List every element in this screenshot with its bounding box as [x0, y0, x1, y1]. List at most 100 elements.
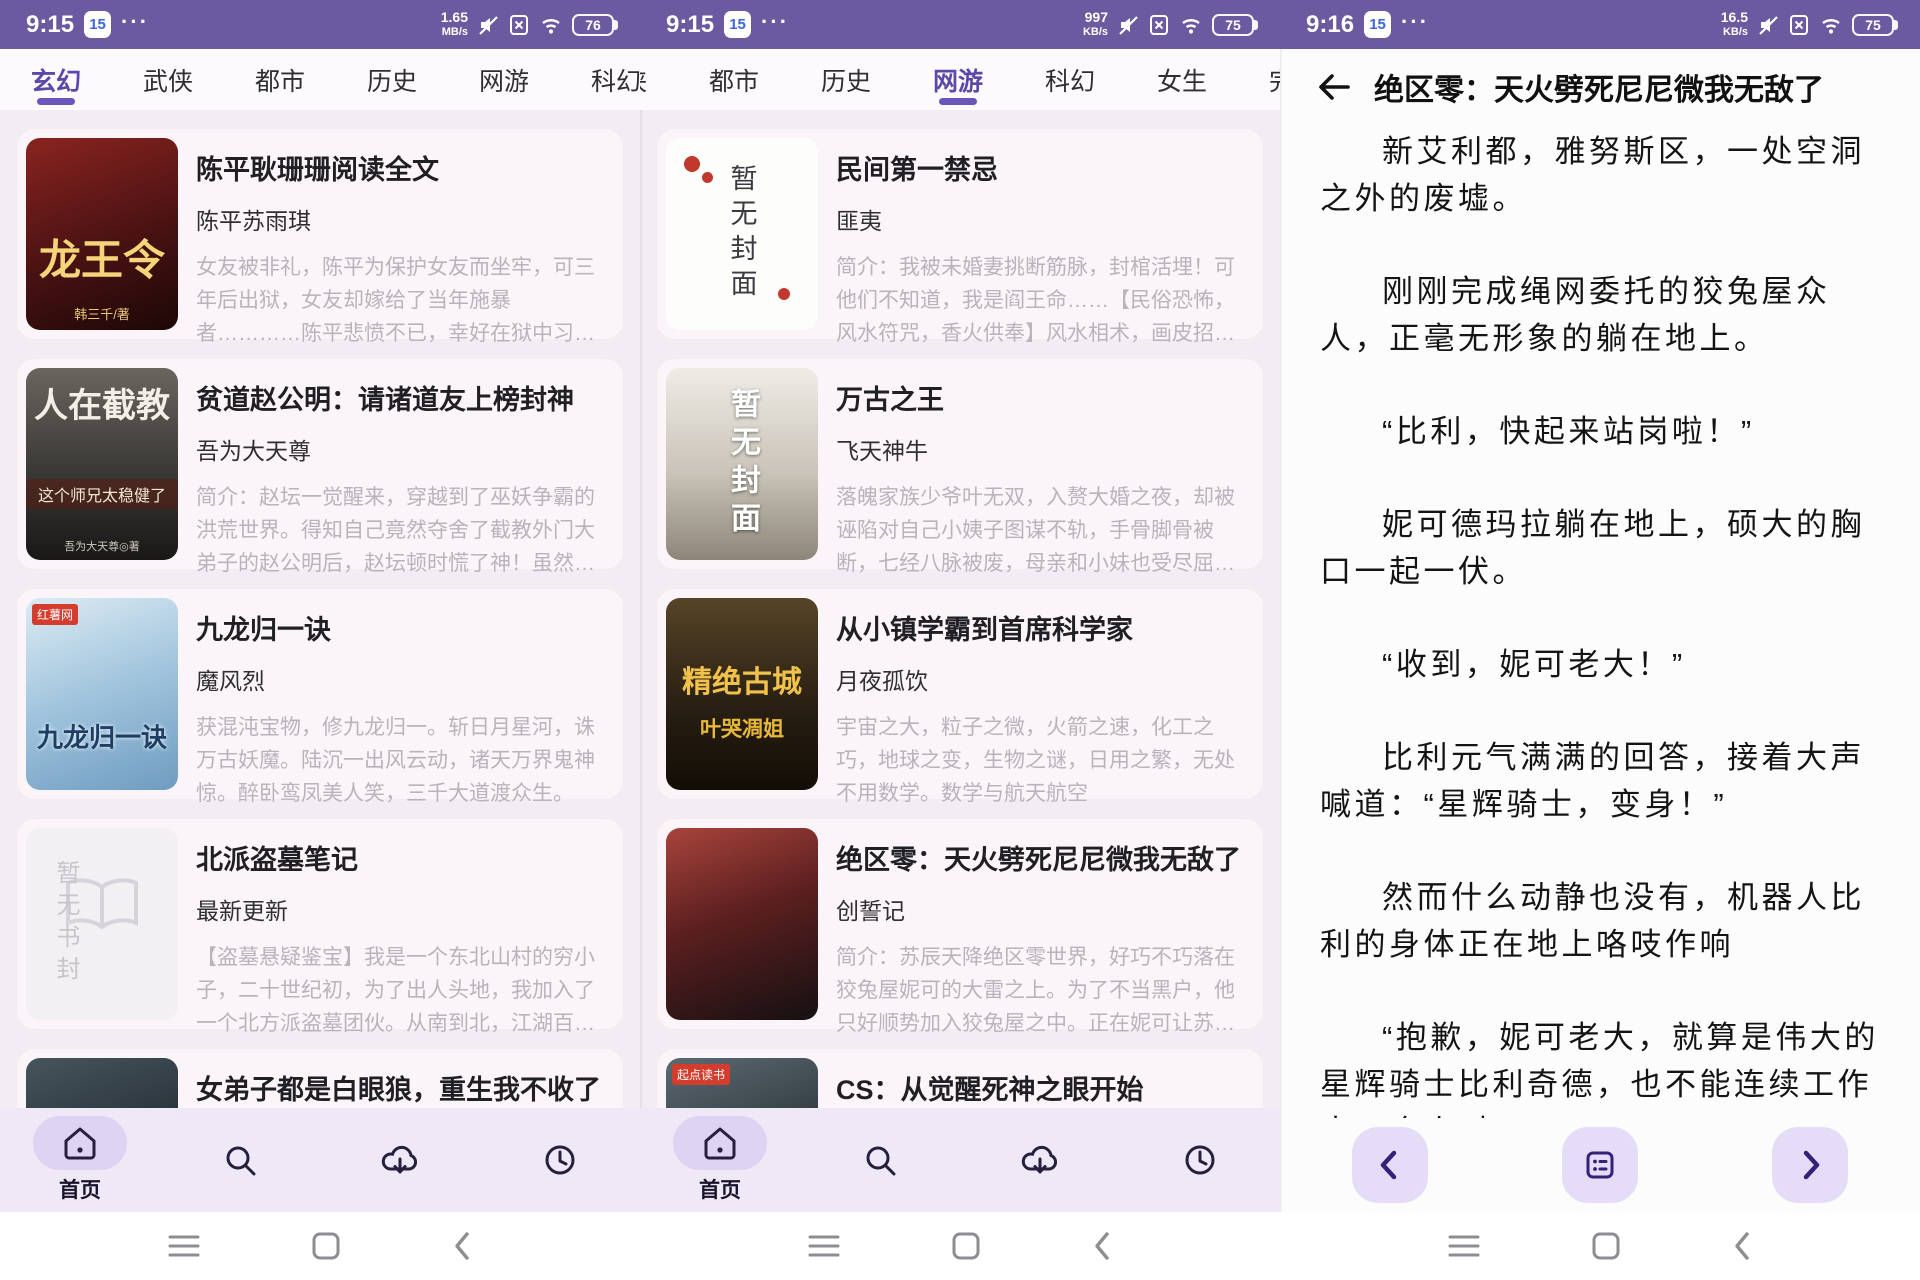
book-card[interactable]: 暂无封面 万古之王 飞天神牛 落魄家族少爷叶无双，入赘大婚之夜，却被诬陷对自己小… — [657, 359, 1263, 569]
book-description: 简介：赵坛一觉醒来，穿越到了巫妖争霸的洪荒世界。得知自己竟然夺舍了截教外门大弟子… — [196, 481, 606, 580]
wifi-icon — [1179, 15, 1203, 35]
tab-wuxia[interactable]: 武侠 — [112, 49, 224, 110]
tab-nvsheng[interactable]: 女生 — [1126, 49, 1238, 110]
nav-home[interactable]: 首页 — [15, 1116, 145, 1204]
notification-badge: 15 — [1364, 11, 1391, 38]
book-card[interactable]: 龙王令 韩三千/著 陈平耿珊珊阅读全文 陈平苏雨琪 女友被非礼，陈平为保护女友而… — [17, 129, 623, 339]
network-speed: 1.65MB/s — [441, 11, 468, 39]
cover-title-text: 龙王令 — [39, 227, 165, 288]
battery-icon: 75 — [1852, 14, 1894, 36]
recents-icon[interactable] — [168, 1234, 200, 1258]
active-nav-pill — [673, 1116, 767, 1170]
status-bar: 9:15 15 ··· 997KB/s 75 — [640, 0, 1280, 49]
tab-wuxia[interactable]: 武侠 — [640, 49, 678, 110]
nav-downloads[interactable] — [335, 1140, 465, 1180]
book-description: 简介：苏辰天降绝区零世界，好巧不巧落在狡兔屋妮可的大雷之上。为了不当黑户，他只好… — [836, 941, 1246, 1040]
book-card[interactable]: 红薯网 九龙归一诀 九龙归一诀 魔风烈 获混沌宝物，修九龙归一。斩日月星河，诛万… — [17, 589, 623, 799]
book-title: 九龙归一诀 — [196, 608, 606, 647]
book-card[interactable]: 精绝古城 叶哭凋姐 从小镇学霸到首席科学家 月夜孤饮 宇宙之大，粒子之微，火箭之… — [657, 589, 1263, 799]
cover-title-text: 精绝古城 — [682, 657, 802, 701]
book-author: 匪夷 — [836, 202, 1246, 236]
tab-kehuan[interactable]: 科幻 — [1014, 49, 1126, 110]
table-of-contents-button[interactable] — [1562, 1127, 1638, 1203]
previous-chapter-button[interactable] — [1352, 1127, 1428, 1203]
back-icon[interactable] — [452, 1231, 472, 1261]
sim-error-icon — [508, 14, 530, 36]
paragraph: “收到，妮可老大！” — [1320, 641, 1880, 688]
search-icon — [860, 1140, 900, 1180]
cover-placeholder-text: 暂无封面 — [720, 388, 764, 540]
nav-home-label: 首页 — [699, 1174, 741, 1204]
sim-error-icon — [1148, 14, 1170, 36]
book-author: 魔风烈 — [196, 662, 606, 696]
home-square-icon[interactable] — [952, 1232, 980, 1260]
nav-search[interactable] — [815, 1140, 945, 1180]
book-author: 陈平苏雨琪 — [196, 202, 606, 236]
nav-home[interactable]: 首页 — [655, 1116, 785, 1204]
nav-home-label: 首页 — [59, 1174, 101, 1204]
book-title: 绝区零：天火劈死尼尼微我无敌了 — [836, 838, 1246, 877]
book-description: 获混沌宝物，修九龙归一。斩日月星河，诛万古妖魔。陆沉一出风云动，诸天万界鬼神惊。… — [196, 711, 606, 810]
book-card[interactable]: 起点读书 CS：从觉醒死神之眼开始 传奇海鲜 — [657, 1049, 1263, 1108]
book-card[interactable]: 暂无书封 北派盗墓笔记 最新更新 【盗墓悬疑鉴宝】我是一个东北山村的穷小子，二十… — [17, 819, 623, 1029]
tab-lishi[interactable]: 历史 — [790, 49, 902, 110]
book-author: 最新更新 — [196, 892, 606, 926]
tab-lishi[interactable]: 历史 — [336, 49, 448, 110]
paragraph: 比利元气满满的回答，接着大声喊道：“星辉骑士，变身！” — [1320, 734, 1880, 828]
book-list: 暂无封面 民间第一禁忌 匪夷 简介：我被未婚妻挑断筋脉，封棺活埋！可他们不知道，… — [640, 110, 1280, 1108]
network-speed: 16.5KB/s — [1721, 11, 1748, 39]
nav-downloads[interactable] — [975, 1140, 1105, 1180]
book-title: 万古之王 — [836, 378, 1246, 417]
tab-kehuan[interactable]: 科幻 — [560, 49, 640, 110]
screen-right-reader: 9:16 15 ··· 16.5KB/s 75 绝区零：天火劈死尼尼微我无敌了 … — [1280, 0, 1920, 1280]
home-square-icon[interactable] — [312, 1232, 340, 1260]
book-card[interactable]: 绝区零：天火劈死尼尼微我无敌了 创誓记 简介：苏辰天降绝区零世界，好巧不巧落在狡… — [657, 819, 1263, 1029]
category-tab-bar: 武侠 都市 历史 网游 科幻 女生 完本 — [640, 49, 1280, 110]
nav-history[interactable] — [495, 1140, 625, 1180]
chapter-title: 绝区零：天火劈死尼尼微我无敌了 — [1374, 65, 1824, 109]
tab-wanben[interactable]: 完本 — [1238, 49, 1280, 110]
tab-dushi[interactable]: 都市 — [224, 49, 336, 110]
reader-controls — [1280, 1127, 1920, 1203]
next-chapter-button[interactable] — [1772, 1127, 1848, 1203]
paragraph: 然而什么动静也没有，机器人比利的身体正在地上咯吱作响 — [1320, 874, 1880, 968]
more-notifications-icon: ··· — [761, 9, 789, 35]
book-cover — [26, 1058, 178, 1108]
recents-icon[interactable] — [1448, 1234, 1480, 1258]
recents-icon[interactable] — [808, 1234, 840, 1258]
back-icon[interactable] — [1732, 1231, 1752, 1261]
nav-search[interactable] — [175, 1140, 305, 1180]
cover-placeholder-text: 暂无书封 — [48, 860, 83, 988]
book-card[interactable]: 女弟子都是白眼狼，重生我不收了 蛇精病QvQ — [17, 1049, 623, 1108]
mute-icon — [1757, 14, 1779, 36]
cloud-download-icon — [1019, 1140, 1061, 1180]
battery-icon: 75 — [1212, 14, 1254, 36]
book-description: 宇宙之大，粒子之微，火箭之速，化工之巧，地球之变，生物之谜，日用之繁，无处不用数… — [836, 711, 1246, 810]
category-tab-bar: 玄幻 武侠 都市 历史 网游 科幻 — [0, 49, 640, 110]
book-title: 民间第一禁忌 — [836, 148, 1246, 187]
book-description: 女友被非礼，陈平为保护女友而坐牢，可三年后出狱，女友却嫁给了当年施暴者…………陈… — [196, 251, 606, 350]
book-card[interactable]: 人在截教 这个师兄太稳健了 吾为大天尊◎著 贫道赵公明：请诸道友上榜封神 吾为大… — [17, 359, 623, 569]
nav-history[interactable] — [1135, 1140, 1265, 1180]
reader-text-body[interactable]: 新艾利都，雅努斯区，一处空洞之外的废墟。 刚刚完成绳网委托的狡兔屋众人，正毫无形… — [1320, 128, 1880, 1118]
home-square-icon[interactable] — [1592, 1232, 1620, 1260]
tab-xuanhuan[interactable]: 玄幻 — [0, 49, 112, 110]
screen-middle-book-list: 9:15 15 ··· 997KB/s 75 武侠 都市 历史 网游 科幻 女生… — [640, 0, 1280, 1280]
cover-subtitle-text: 叶哭凋姐 — [666, 713, 818, 743]
book-card[interactable]: 暂无封面 民间第一禁忌 匪夷 简介：我被未婚妻挑断筋脉，封棺活埋！可他们不知道，… — [657, 129, 1263, 339]
book-cover: 人在截教 这个师兄太稳健了 吾为大天尊◎著 — [26, 368, 178, 560]
book-cover-placeholder: 暂无封面 — [666, 368, 818, 560]
cover-site-badge: 红薯网 — [32, 604, 78, 625]
cover-byline-text: 韩三千/著 — [26, 304, 178, 323]
home-icon — [700, 1123, 740, 1163]
paragraph: 妮可德玛拉躺在地上，硕大的胸口一起一伏。 — [1320, 501, 1880, 595]
tab-dushi[interactable]: 都市 — [678, 49, 790, 110]
clock-text: 9:15 — [666, 11, 714, 39]
back-arrow-icon[interactable] — [1314, 67, 1354, 107]
clock-text: 9:16 — [1306, 11, 1354, 39]
tab-wangyou[interactable]: 网游 — [902, 49, 1014, 110]
contents-list-icon — [1580, 1145, 1620, 1185]
tab-wangyou[interactable]: 网游 — [448, 49, 560, 110]
back-icon[interactable] — [1092, 1231, 1112, 1261]
notification-badge: 15 — [84, 11, 111, 38]
